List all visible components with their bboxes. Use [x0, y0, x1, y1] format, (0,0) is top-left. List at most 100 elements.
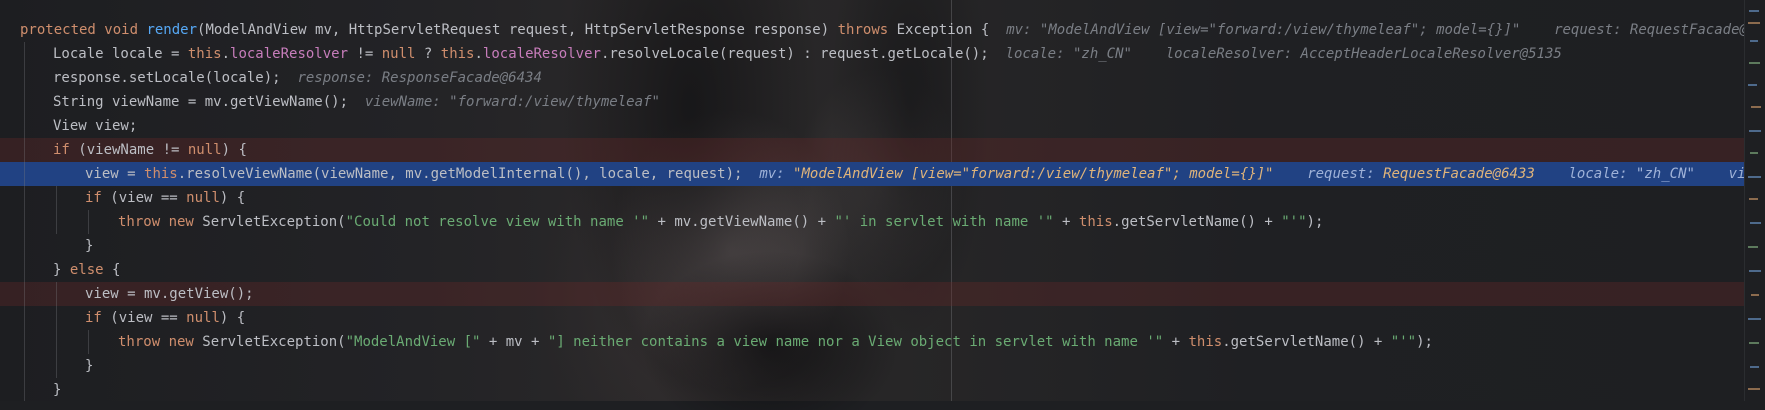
code-token: .getServletName() +: [1112, 214, 1282, 230]
code-token: null: [187, 142, 222, 158]
code-token: String viewName = mv.getViewName();: [53, 94, 349, 110]
code-line-12-breakpoint[interactable]: view = mv.getView();: [0, 282, 1745, 306]
code-token: +: [1163, 334, 1189, 350]
code-line-10[interactable]: }: [0, 234, 1745, 258]
debugger-inline-value: mv:: [759, 166, 794, 182]
code-token: "'": [1281, 214, 1307, 230]
code-line-14[interactable]: throw new ServletException("ModelAndView…: [0, 330, 1745, 354]
debugger-inline-value: mv: "ModelAndView [view="forward:/view/t…: [1006, 22, 1521, 38]
debugger-inline-value: locale: "zh_CN": [1568, 166, 1695, 182]
code-token: response.setLocale(locale);: [53, 70, 281, 86]
minimap-mark: [1748, 246, 1758, 248]
code-line-7-current-execution[interactable]: view = this.resolveViewName(viewName, mv…: [0, 162, 1745, 186]
code-token: null: [186, 190, 220, 206]
code-token: + mv.getViewName() +: [649, 214, 835, 230]
code-token: null: [186, 310, 220, 326]
code-token: this: [440, 46, 475, 62]
minimap-mark: [1750, 152, 1758, 154]
debugger-inline-value: request: RequestFacade@6433: [1554, 22, 1745, 38]
indent-guide: [56, 282, 57, 378]
minimap-mark: [1749, 62, 1760, 64]
minimap-mark: [1751, 106, 1761, 108]
minimap-mark: [1749, 198, 1758, 200]
code-token: (viewName !=: [69, 142, 188, 158]
code-token: !=: [348, 46, 382, 62]
code-token: "' in servlet with name '": [834, 214, 1054, 230]
code-editor[interactable]: protected void render(ModelAndView mv, H…: [0, 0, 1745, 401]
code-token: ) {: [219, 310, 246, 326]
code-line-9[interactable]: throw new ServletException("Could not re…: [0, 210, 1745, 234]
code-token: render: [146, 22, 198, 38]
code-token: .: [474, 46, 483, 62]
indent-guide: [88, 330, 89, 354]
code-line-3[interactable]: response.setLocale(locale); response: Re…: [0, 66, 1745, 90]
debugger-inline-value: viewName: "forward:/view/thymeleaf": [364, 94, 660, 110]
code-token: throw new: [118, 214, 203, 230]
code-token: ?: [415, 46, 441, 62]
code-token: protected void: [20, 22, 147, 38]
code-token: throw new: [118, 334, 203, 350]
debugger-inline-value: viewName:: [1728, 166, 1745, 182]
code-line-1[interactable]: protected void render(ModelAndView mv, H…: [0, 18, 1745, 42]
minimap-mark: [1749, 10, 1759, 12]
code-token: }: [85, 358, 94, 374]
code-token: if: [85, 310, 102, 326]
minimap-mark: [1748, 318, 1761, 320]
code-token: }: [53, 382, 62, 398]
code-line-13[interactable]: if (view == null) {: [0, 306, 1745, 330]
code-token: ) {: [219, 190, 246, 206]
debugger-inline-value: RequestFacade@6433: [1383, 166, 1535, 182]
code-token: else: [69, 262, 104, 278]
code-token: .resolveViewName(viewName, mv.getModelIn…: [177, 166, 743, 182]
code-token: (view ==: [101, 310, 187, 326]
code-line-5[interactable]: View view;: [0, 114, 1745, 138]
code-token: this: [144, 166, 178, 182]
indent-guide: [24, 42, 25, 401]
code-line-2[interactable]: Locale locale = this.localeResolver != n…: [0, 42, 1745, 66]
code-token: ServletException(: [202, 214, 346, 230]
code-token: ServletException(: [202, 334, 346, 350]
minimap-mark: [1748, 388, 1760, 390]
code-token: throws: [837, 22, 897, 38]
code-token: this: [187, 46, 222, 62]
code-token: );: [1416, 334, 1433, 350]
code-token: View view;: [53, 118, 138, 134]
code-token: localeResolver: [230, 46, 349, 62]
code-token: this: [1188, 334, 1223, 350]
code-token: "'": [1390, 334, 1417, 350]
code-token: ) {: [221, 142, 247, 158]
code-token: "] neither contains a view name nor a Vi…: [547, 334, 1164, 350]
editor-minimap-scrollbar[interactable]: [1744, 0, 1765, 401]
minimap-mark: [1749, 270, 1761, 272]
code-token: Locale locale =: [53, 46, 188, 62]
code-token: .: [221, 46, 231, 62]
code-token: if: [53, 142, 70, 158]
code-line-8[interactable]: if (view == null) {: [0, 186, 1745, 210]
minimap-mark: [1751, 294, 1759, 296]
code-token: );: [1306, 214, 1324, 230]
minimap-mark: [1749, 130, 1761, 132]
minimap-mark: [1748, 176, 1761, 178]
debugger-inline-value: request:: [1307, 166, 1384, 182]
code-token: view = mv.getView();: [85, 286, 254, 302]
debugger-inline-value: localeResolver: AcceptHeaderLocaleResolv…: [1165, 46, 1562, 62]
code-token: localeResolver: [482, 46, 601, 62]
code-token: + mv +: [480, 334, 548, 350]
minimap-mark: [1750, 222, 1761, 224]
code-token: (view ==: [101, 190, 187, 206]
code-line-11[interactable]: } else {: [0, 258, 1745, 282]
indent-guide: [88, 210, 89, 234]
code-token: null: [381, 46, 416, 62]
code-line-4[interactable]: String viewName = mv.getViewName(); view…: [0, 90, 1745, 114]
debugger-inline-value: locale: "zh_CN": [1005, 46, 1132, 62]
minimap-mark: [1748, 22, 1760, 24]
minimap-mark: [1748, 84, 1757, 86]
code-line-15[interactable]: }: [0, 354, 1745, 378]
debugger-inline-value: "ModelAndView [view="forward:/view/thyme…: [793, 166, 1274, 182]
code-token: this: [1078, 214, 1113, 230]
code-token: .resolveLocale(request) : request.getLoc…: [600, 46, 989, 62]
code-line-6-breakpoint[interactable]: if (viewName != null) {: [0, 138, 1745, 162]
minimap-mark: [1750, 40, 1758, 42]
code-line-16[interactable]: }: [0, 378, 1745, 402]
indent-guide: [56, 186, 57, 234]
